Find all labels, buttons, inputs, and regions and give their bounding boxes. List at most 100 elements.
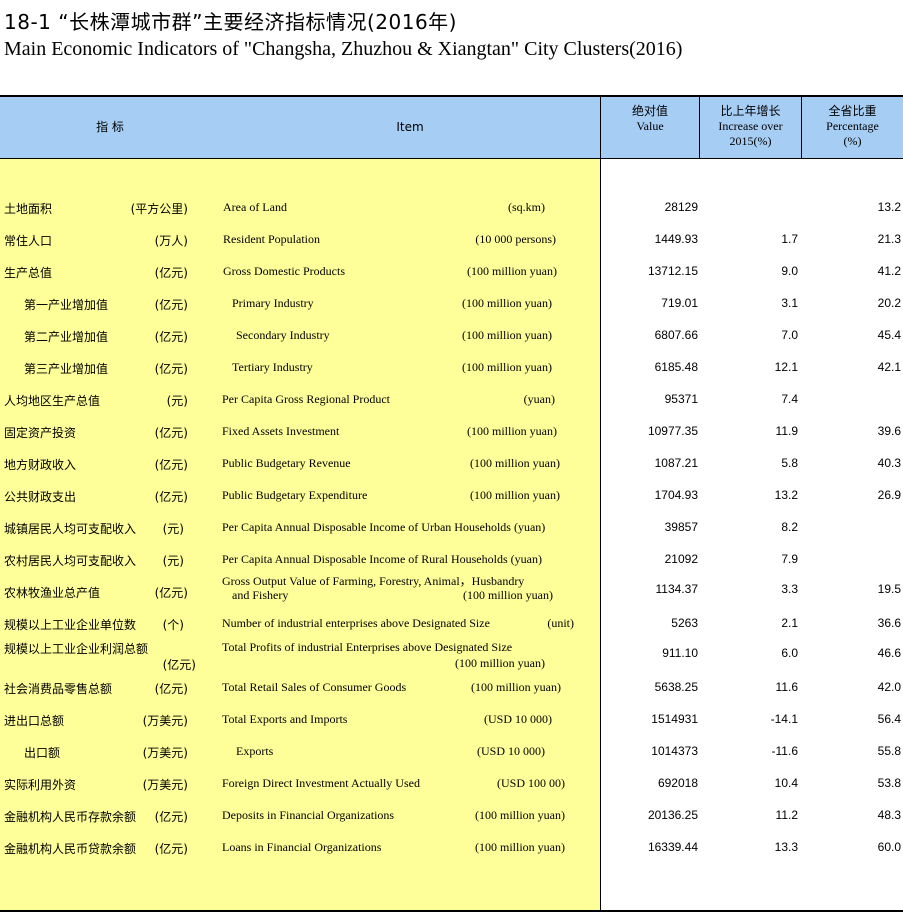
- indicator-unit-en: (USD 100 00): [497, 776, 565, 790]
- page-title-chinese: 18-1 “长株潭城市群”主要经济指标情况(2016年): [4, 10, 457, 34]
- indicator-name-en: Total Profits of industrial Enterprises …: [222, 640, 513, 654]
- percentage-cell: 39.6: [877, 424, 901, 438]
- indicator-unit-en: (sq.km): [508, 200, 545, 214]
- indicator-name-cn: 第二产业增加值: [24, 330, 109, 344]
- value-cell: 6185.48: [654, 360, 698, 374]
- indicator-unit-en: (USD 10 000): [484, 712, 552, 726]
- indicator-name-cn: 城镇居民人均可支配收入: [4, 522, 137, 536]
- value-cell: 911.10: [662, 646, 698, 660]
- indicator-unit-cn: (亿元): [154, 362, 188, 376]
- indicator-unit-en: (100 million yuan): [475, 808, 565, 822]
- increase-cell: 2.1: [781, 616, 798, 630]
- value-cell: 1014373: [651, 744, 698, 758]
- indicator-unit-en: (USD 10 000): [477, 744, 545, 758]
- increase-cell: -11.6: [771, 744, 798, 758]
- value-cell: 5263: [671, 616, 698, 630]
- increase-cell: 7.9: [781, 552, 798, 566]
- table-row: 出口额 (万美元) Exports (USD 10 000) 1014373 -11.6 5…: [0, 736, 903, 768]
- increase-cell: 10.4: [774, 776, 798, 790]
- header-pct-en-1: Percentage: [826, 119, 879, 133]
- table-row: 公共财政支出 (亿元) Public Budgetary Expenditure (1…: [0, 480, 903, 512]
- table-row: 人均地区生产总值 (元) Per Capita Gross Regional Pro…: [0, 384, 903, 416]
- percentage-cell: 56.4: [877, 712, 901, 726]
- indicator-unit-cn: (亿元): [154, 298, 188, 312]
- increase-cell: -14.1: [770, 712, 798, 726]
- indicator-name-en: Deposits in Financial Organizations: [222, 808, 395, 822]
- header-increase-en-2: 2015(%): [729, 134, 772, 148]
- increase-cell: 3.3: [781, 582, 798, 596]
- indicator-name-cn: 农林牧渔业总产值: [4, 586, 101, 600]
- indicator-name-en: Per Capita Gross Regional Product: [222, 392, 390, 406]
- indicator-name-en: Resident Population: [223, 232, 320, 246]
- value-cell: 10977.35: [647, 424, 698, 438]
- value-cell: 28129: [664, 200, 698, 214]
- indicator-unit-en: (100 million yuan): [467, 424, 557, 438]
- indicator-unit-cn: (元): [162, 554, 184, 568]
- header-pct-cn: 全省比重: [828, 104, 877, 118]
- indicator-unit-en: (100 million yuan): [463, 588, 553, 602]
- percentage-cell: 21.3: [877, 232, 901, 246]
- indicator-unit-cn: (亿元): [154, 810, 188, 824]
- indicator-name-cn: 地方财政收入: [4, 458, 77, 472]
- indicator-name-en: Total Exports and Imports: [222, 712, 348, 726]
- indicator-unit-en: (100 million yuan): [470, 456, 560, 470]
- percentage-cell: 41.2: [877, 264, 901, 278]
- indicator-unit-cn: (亿元): [154, 842, 188, 856]
- value-cell: 13712.15: [647, 264, 698, 278]
- table-row: 第二产业增加值 (亿元) Secondary Industry (100 millio…: [0, 320, 903, 352]
- increase-cell: 13.2: [774, 488, 798, 502]
- table-row: 城镇居民人均可支配收入 (元) Per Capita Annual Disposab…: [0, 512, 903, 544]
- header-increase: 比上年增长 Increase over 2015(%): [700, 104, 801, 149]
- indicator-name-cn: 实际利用外资: [4, 778, 77, 792]
- percentage-cell: 20.2: [877, 296, 901, 310]
- table-row: 第三产业增加值 (亿元) Tertiary Industry (100 million…: [0, 352, 903, 384]
- indicator-unit-cn: (万美元): [142, 746, 188, 760]
- indicator-name-en: Gross Output Value of Farming, Forestry,…: [222, 574, 525, 588]
- table-row: 地方财政收入 (亿元) Public Budgetary Revenue (100 m…: [0, 448, 903, 480]
- indicator-unit-en: (unit): [547, 616, 574, 630]
- indicator-name-en: Public Budgetary Revenue: [222, 456, 351, 470]
- indicator-unit-en: (100 million yuan): [462, 360, 552, 374]
- header-item-en: Item: [396, 120, 424, 134]
- indicator-name-cn: 生产总值: [4, 266, 53, 280]
- header-increase-cn: 比上年增长: [720, 104, 781, 118]
- indicator-name-cn: 规模以上工业企业利润总额: [4, 642, 149, 656]
- increase-cell: 1.7: [781, 232, 798, 246]
- table-row: 规模以上工业企业利润总额 (亿元) Total Profits of industr…: [0, 640, 903, 672]
- increase-cell: 5.8: [781, 456, 798, 470]
- table-row: 社会消费品零售总额 (亿元) Total Retail Sales of Consu…: [0, 672, 903, 704]
- indicator-unit-cn: (亿元): [154, 426, 188, 440]
- increase-cell: 11.9: [775, 424, 798, 438]
- indicator-name-cn: 常住人口: [4, 234, 53, 248]
- indicator-unit-en: (10 000 persons): [475, 232, 556, 246]
- percentage-cell: 19.5: [877, 582, 901, 596]
- table-row: 金融机构人民币存款余额 (亿元) Deposits in Financial Org…: [0, 800, 903, 832]
- percentage-cell: 13.2: [877, 200, 901, 214]
- value-cell: 1704.93: [654, 488, 698, 502]
- percentage-cell: 40.3: [877, 456, 901, 470]
- indicator-name-en: Gross Domestic Products: [223, 264, 345, 278]
- indicator-unit-en: (100 million yuan): [455, 656, 545, 670]
- value-cell: 16339.44: [647, 840, 698, 854]
- indicator-name-cn: 出口额: [24, 746, 61, 760]
- indicator-unit-cn: (亿元): [154, 330, 188, 344]
- percentage-cell: 26.9: [877, 488, 901, 502]
- indicator-name-en: Loans in Financial Organizations: [222, 840, 382, 854]
- value-cell: 1087.21: [654, 456, 698, 470]
- indicator-name-cn: 人均地区生产总值: [4, 394, 101, 408]
- indicator-name-en: Public Budgetary Expenditure: [222, 488, 368, 502]
- indicator-name-cn: 第一产业增加值: [24, 298, 109, 312]
- header-value: 绝对值 Value: [601, 104, 699, 134]
- table-row: 土地面积 (平方公里) Area of Land (sq.km) 28129 13.2: [0, 192, 903, 224]
- indicator-name-en: Total Retail Sales of Consumer Goods: [222, 680, 407, 694]
- indicator-name-en: Foreign Direct Investment Actually Used: [222, 776, 420, 790]
- indicator-unit-cn: (亿元): [154, 586, 188, 600]
- increase-cell: 6.0: [781, 646, 798, 660]
- increase-cell: 12.1: [774, 360, 798, 374]
- indicator-name-cn: 固定资产投资: [4, 426, 77, 440]
- header-percentage: 全省比重 Percentage (%): [802, 104, 903, 149]
- value-cell: 95371: [664, 392, 698, 406]
- indicator-unit-cn: (亿元): [154, 266, 188, 280]
- table-row: 生产总值 (亿元) Gross Domestic Products (100 mill…: [0, 256, 903, 288]
- table-row: 农林牧渔业总产值 (亿元) Gross Output Value of Farmin…: [0, 574, 903, 608]
